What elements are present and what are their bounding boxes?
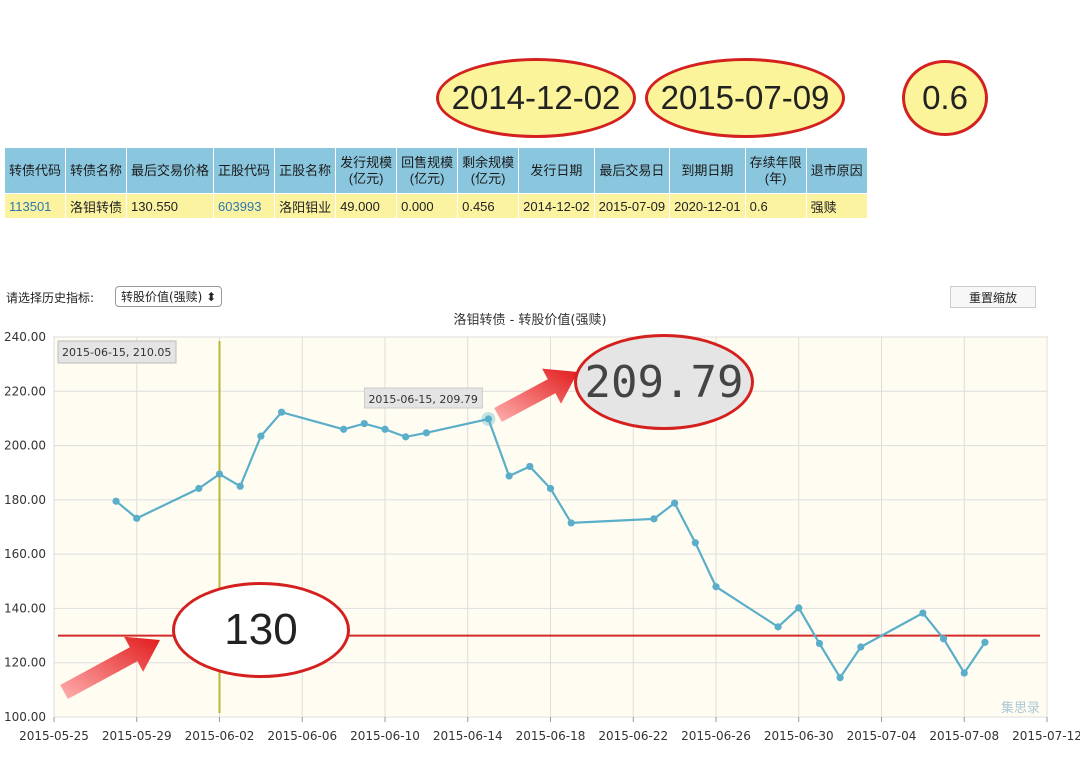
- data-point: [505, 472, 513, 480]
- data-point: [857, 643, 865, 651]
- data-point: [774, 623, 782, 631]
- data-point: [402, 433, 410, 441]
- tooltip-text: 2015-06-15, 210.05: [62, 346, 171, 359]
- data-point: [836, 674, 844, 682]
- data-point: [795, 604, 803, 612]
- reference-line-callout: 130: [172, 582, 350, 678]
- data-point: [691, 539, 699, 547]
- data-point: [546, 484, 555, 493]
- data-point: [671, 499, 679, 507]
- value-callout: 209.79: [574, 334, 754, 430]
- x-tick-label: 2015-05-25: [19, 729, 89, 743]
- x-tick-label: 2015-06-18: [516, 729, 586, 743]
- tooltip-text: 2015-06-15, 209.79: [368, 393, 477, 406]
- data-point: [195, 484, 203, 493]
- data-point: [133, 514, 141, 522]
- data-point: [960, 669, 968, 677]
- x-tick-label: 2015-07-08: [929, 729, 999, 743]
- y-tick-label: 140.00: [4, 601, 46, 615]
- data-point: [712, 583, 720, 591]
- data-point: [360, 419, 368, 428]
- data-point: [422, 429, 430, 437]
- x-tick-label: 2015-07-12: [1012, 729, 1080, 743]
- watermark: 集思录: [1001, 700, 1040, 716]
- y-tick-label: 100.00: [4, 710, 46, 724]
- x-tick-label: 2015-06-22: [598, 729, 668, 743]
- x-tick-label: 2015-05-29: [102, 729, 172, 743]
- x-tick-label: 2015-06-06: [267, 729, 337, 743]
- y-tick-label: 180.00: [4, 493, 46, 507]
- chart-title: 洛钼转债 - 转股价值(强赎): [453, 312, 606, 328]
- y-tick-label: 160.00: [4, 547, 46, 561]
- data-point: [526, 462, 534, 471]
- conversion-value-chart: 100.00 120.00 140.00 160.00 180.00 200.00 220.…: [4, 312, 1080, 743]
- x-tick-label: 2015-06-30: [764, 729, 834, 743]
- data-point: [815, 639, 824, 648]
- x-tick-label: 2015-06-10: [350, 729, 420, 743]
- x-tick-label: 2015-06-14: [433, 729, 503, 743]
- data-point: [257, 432, 265, 440]
- y-tick-label: 240.00: [4, 330, 46, 344]
- data-point: [112, 497, 120, 505]
- data-point: [484, 415, 493, 423]
- y-tick-label: 200.00: [4, 439, 46, 453]
- data-point: [919, 609, 927, 617]
- data-point: [981, 638, 989, 646]
- y-tick-label: 120.00: [4, 656, 46, 670]
- data-point: [567, 519, 575, 527]
- data-point: [277, 408, 286, 416]
- data-point: [381, 425, 389, 433]
- data-point: [340, 425, 348, 433]
- x-tick-label: 2015-06-02: [185, 729, 255, 743]
- y-tick-label: 220.00: [4, 384, 46, 398]
- x-tick-label: 2015-06-26: [681, 729, 751, 743]
- data-point: [939, 635, 948, 643]
- data-point: [650, 515, 658, 523]
- x-tick-label: 2015-07-04: [847, 729, 917, 743]
- data-point: [236, 482, 244, 490]
- data-point: [215, 470, 224, 478]
